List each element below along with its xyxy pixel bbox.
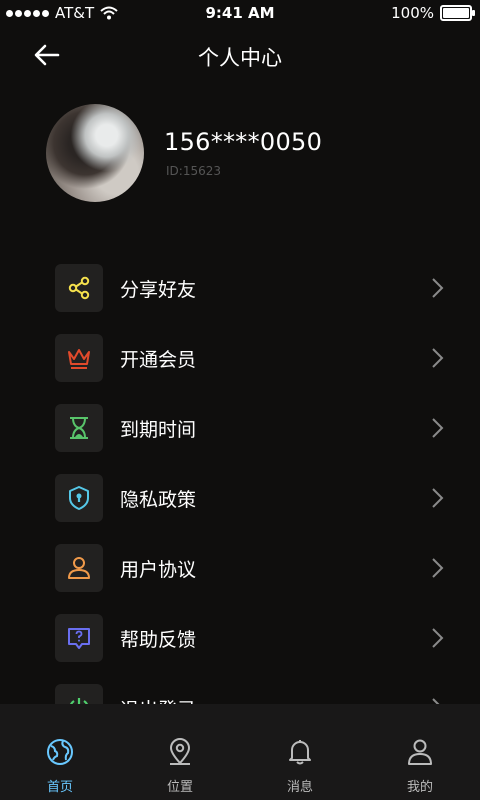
menu-item-vip[interactable]: 开通会员 <box>0 324 480 394</box>
chevron-right-icon <box>432 488 444 508</box>
menu-icon-box <box>55 474 103 522</box>
share-icon <box>68 276 90 300</box>
menu-item-feedback[interactable]: 帮助反馈 <box>0 604 480 674</box>
menu-item-label: 开通会员 <box>120 349 197 371</box>
battery-percent: 100% <box>391 4 434 22</box>
shield-lock-icon <box>69 486 89 510</box>
tab-label: 位置 <box>166 780 193 795</box>
menu-item-label: 隐私政策 <box>120 489 197 511</box>
globe-icon <box>47 739 73 765</box>
menu-icon-box <box>55 614 103 662</box>
menu-item-label: 帮助反馈 <box>120 629 197 651</box>
status-bar: AT&T 9:41 AM 100% <box>0 0 480 28</box>
user-icon <box>68 557 90 579</box>
tab-home[interactable]: 首页 <box>0 704 120 800</box>
chevron-right-icon <box>432 558 444 578</box>
menu-item-privacy[interactable]: 隐私政策 <box>0 464 480 534</box>
menu-icon-box <box>55 544 103 592</box>
location-icon <box>169 738 191 765</box>
hourglass-icon <box>70 417 88 439</box>
tab-label: 我的 <box>406 780 433 795</box>
help-chat-icon <box>68 628 90 649</box>
battery-icon <box>440 5 475 21</box>
tab-label: 首页 <box>46 780 73 795</box>
profile-card: 156****0050 ID:15623 <box>46 104 446 204</box>
menu-item-agreement[interactable]: 用户协议 <box>0 534 480 604</box>
menu-item-label: 用户协议 <box>120 559 197 581</box>
avatar[interactable] <box>46 104 144 202</box>
tab-label: 消息 <box>286 780 313 795</box>
person-icon <box>408 739 432 765</box>
header: 个人中心 <box>0 30 480 80</box>
menu-item-share[interactable]: 分享好友 <box>0 254 480 324</box>
tab-mine[interactable]: 我的 <box>360 704 480 800</box>
menu-item-expiry[interactable]: 到期时间 <box>0 394 480 464</box>
menu-icon-box <box>55 404 103 452</box>
user-phone: 156****0050 <box>164 128 323 156</box>
menu-item-label: 分享好友 <box>120 279 197 301</box>
chevron-right-icon <box>432 278 444 298</box>
chevron-right-icon <box>432 348 444 368</box>
menu-icon-box <box>55 334 103 382</box>
user-id: ID:15623 <box>166 164 221 178</box>
page-title: 个人中心 <box>198 46 282 70</box>
chevron-right-icon <box>432 628 444 648</box>
tab-messages[interactable]: 消息 <box>240 704 360 800</box>
crown-icon <box>68 349 90 369</box>
battery-group: 100% <box>391 4 475 22</box>
chevron-right-icon <box>432 418 444 438</box>
menu-icon-box <box>55 264 103 312</box>
bell-icon <box>289 740 311 765</box>
tab-location[interactable]: 位置 <box>120 704 240 800</box>
tab-bar: 首页 位置 消息 我的 <box>0 704 480 800</box>
menu-item-label: 到期时间 <box>120 419 197 441</box>
